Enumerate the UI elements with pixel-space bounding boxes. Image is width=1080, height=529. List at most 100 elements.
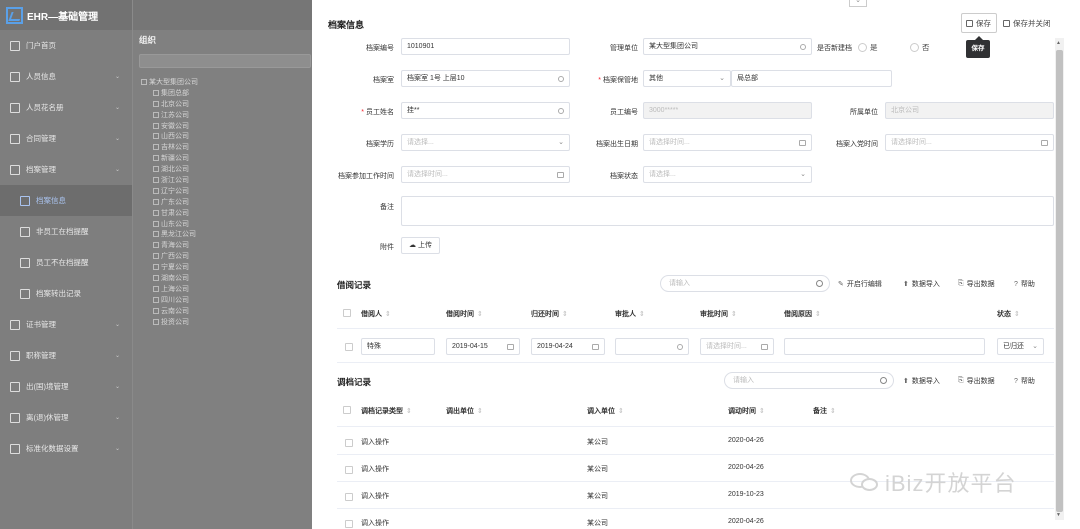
sidebar-item-6[interactable]: 非员工在档提醒	[0, 216, 132, 247]
app-title: EHR—基础管理	[27, 11, 99, 23]
tree-node[interactable]: 湖南公司	[139, 274, 198, 285]
tree-node[interactable]: 山西公司	[139, 132, 198, 143]
sidebar-item-11[interactable]: 出(国)境管理 ⌄	[0, 371, 132, 402]
borrow-row-approve-time[interactable]: 请选择时间...	[700, 338, 774, 355]
tree-node[interactable]: 广西公司	[139, 252, 198, 263]
tree-node[interactable]: 山东公司	[139, 220, 198, 231]
save-and-close-button[interactable]: 保存并关闭	[1003, 13, 1051, 33]
borrow-col-borrow-date[interactable]: 借阅时间 ⇕	[446, 309, 483, 319]
tree-node[interactable]: 辽宁公司	[139, 187, 198, 198]
sidebar-item-2[interactable]: 人员花名册 ⌄	[0, 92, 132, 123]
transfer-export-button[interactable]: ⎘ 导出数据	[958, 376, 995, 386]
chevron-down-icon: ⌄	[114, 167, 120, 173]
borrow-row-borrow-date[interactable]: 2019-04-15	[446, 338, 520, 355]
borrow-col-return-date[interactable]: 归还时间 ⇕	[531, 309, 568, 319]
upload-button[interactable]: ☁ 上传	[401, 237, 440, 254]
birth-date-picker[interactable]: 请选择时间...	[643, 134, 812, 151]
transfer-row-checkbox[interactable]	[345, 439, 353, 447]
keeper-extra-input[interactable]: 局总部	[731, 70, 892, 87]
sidebar-item-12[interactable]: 离(退)休管理 ⌄	[0, 402, 132, 433]
archive-no-label: 档案编号	[366, 45, 394, 52]
app-brand: EHR—基础管理	[0, 0, 132, 30]
transfer-help-button[interactable]: ? 帮助	[1014, 376, 1035, 386]
radio-no[interactable]: 否	[910, 42, 930, 53]
remark-textarea[interactable]	[401, 196, 1054, 226]
tree-node[interactable]: 四川公司	[139, 296, 198, 307]
sidebar-item-3[interactable]: 合同管理 ⌄	[0, 123, 132, 154]
borrow-search-input[interactable]: 请输入	[660, 275, 830, 292]
keeper-select[interactable]: 其他 ⌄	[643, 70, 731, 87]
tree-node[interactable]: 北京公司	[139, 100, 198, 111]
archive-no-input[interactable]: 1010901	[401, 38, 570, 55]
radio-yes[interactable]: 是	[858, 42, 878, 53]
sidebar-item-5[interactable]: 档案信息	[0, 185, 132, 216]
borrow-col-approve-time[interactable]: 审批时间 ⇕	[700, 309, 737, 319]
edu-select[interactable]: 请选择... ⌄	[401, 134, 570, 151]
transfer-select-all-checkbox[interactable]	[343, 406, 351, 414]
borrow-select-all-checkbox[interactable]	[343, 309, 351, 317]
emp-name-picker[interactable]: 挂**	[401, 102, 570, 119]
inline-edit-button[interactable]: ✎ 开启行编辑	[838, 279, 882, 289]
tree-node[interactable]: 宁夏公司	[139, 263, 198, 274]
tree-node[interactable]: 湖北公司	[139, 165, 198, 176]
tree-node[interactable]: 安徽公司	[139, 122, 198, 133]
transfer-import-button[interactable]: ⬆ 数据导入	[903, 376, 940, 386]
borrow-col-approver[interactable]: 审批人 ⇕	[615, 309, 645, 319]
tree-node[interactable]: 上海公司	[139, 285, 198, 296]
transfer-row-in-unit: 某公司	[587, 520, 608, 527]
collapse-toggle[interactable]: ⌄	[849, 0, 867, 7]
sidebar-item-9[interactable]: 证书管理 ⌄	[0, 309, 132, 340]
sidebar-item-7[interactable]: 员工不在档提醒	[0, 247, 132, 278]
tree-node[interactable]: 吉林公司	[139, 143, 198, 154]
borrow-row-checkbox[interactable]	[345, 343, 353, 351]
borrow-row-borrower-input[interactable]: 特殊	[361, 338, 435, 355]
transfer-col-in-unit[interactable]: 调入单位 ⇕	[587, 406, 624, 416]
tree-node[interactable]: 青海公司	[139, 241, 198, 252]
borrow-export-button[interactable]: ⎘ 导出数据	[958, 279, 995, 289]
transfer-col-out-unit[interactable]: 调出单位 ⇕	[446, 406, 483, 416]
tree-node[interactable]: 浙江公司	[139, 176, 198, 187]
transfer-col-date[interactable]: 调动时间 ⇕	[728, 406, 765, 416]
mgmt-unit-picker[interactable]: 某大型集团公司	[643, 38, 812, 55]
tree-node[interactable]: 集团总部	[139, 89, 198, 100]
sidebar-item-10[interactable]: 职称管理 ⌄	[0, 340, 132, 371]
sidebar-item-4[interactable]: 档案管理 ⌄	[0, 154, 132, 185]
sidebar-item-13[interactable]: 标准化数据设置 ⌄	[0, 433, 132, 464]
borrow-row-return-date[interactable]: 2019-04-24	[531, 338, 605, 355]
transfer-row-checkbox[interactable]	[345, 466, 353, 474]
tree-search-input[interactable]	[139, 54, 311, 68]
borrow-row-reason-input[interactable]	[784, 338, 985, 355]
borrow-row-approver-picker[interactable]	[615, 338, 689, 355]
borrow-import-button[interactable]: ⬆ 数据导入	[903, 279, 940, 289]
sidebar-item-0[interactable]: 门户首页	[0, 30, 132, 61]
archive-room-picker[interactable]: 档案室 1号 上层10	[401, 70, 570, 87]
transfer-row-checkbox[interactable]	[345, 520, 353, 528]
tree-node[interactable]: 投资公司	[139, 318, 198, 329]
borrow-col-borrower[interactable]: 借阅人 ⇕	[361, 309, 391, 319]
tree-node[interactable]: 新疆公司	[139, 154, 198, 165]
tree-node[interactable]: 云南公司	[139, 307, 198, 318]
tree-node[interactable]: 江苏公司	[139, 111, 198, 122]
transfer-search-input[interactable]: 请输入	[724, 372, 894, 389]
sidebar-item-8[interactable]: 档案转出记录	[0, 278, 132, 309]
tree-node[interactable]: 黑龙江公司	[139, 230, 198, 241]
party-date-picker[interactable]: 请选择时间...	[885, 134, 1054, 151]
tree-node[interactable]: 甘肃公司	[139, 209, 198, 220]
org-node-icon	[153, 209, 159, 216]
borrow-col-reason[interactable]: 借阅原因 ⇕	[784, 309, 821, 319]
scroll-down-icon[interactable]: ▼	[1056, 512, 1061, 518]
borrow-row-status-select[interactable]: 已归还 ⌄	[997, 338, 1044, 355]
save-button[interactable]: 保存	[961, 13, 997, 33]
borrow-help-button[interactable]: ? 帮助	[1014, 279, 1035, 289]
borrow-col-status[interactable]: 状态 ⇕	[997, 309, 1020, 319]
scroll-up-icon[interactable]: ▲	[1056, 40, 1061, 46]
scrollbar-thumb[interactable]	[1056, 50, 1063, 512]
transfer-col-type[interactable]: 调档记录类型 ⇕	[361, 406, 412, 416]
work-date-picker[interactable]: 请选择时间...	[401, 166, 570, 183]
tree-node[interactable]: 广东公司	[139, 198, 198, 209]
transfer-row-checkbox[interactable]	[345, 493, 353, 501]
sidebar-item-1[interactable]: 人员信息 ⌄	[0, 61, 132, 92]
status-select[interactable]: 请选择... ⌄	[643, 166, 812, 183]
tree-node-root[interactable]: 某大型集团公司	[139, 78, 198, 89]
transfer-col-remark[interactable]: 备注 ⇕	[813, 406, 836, 416]
